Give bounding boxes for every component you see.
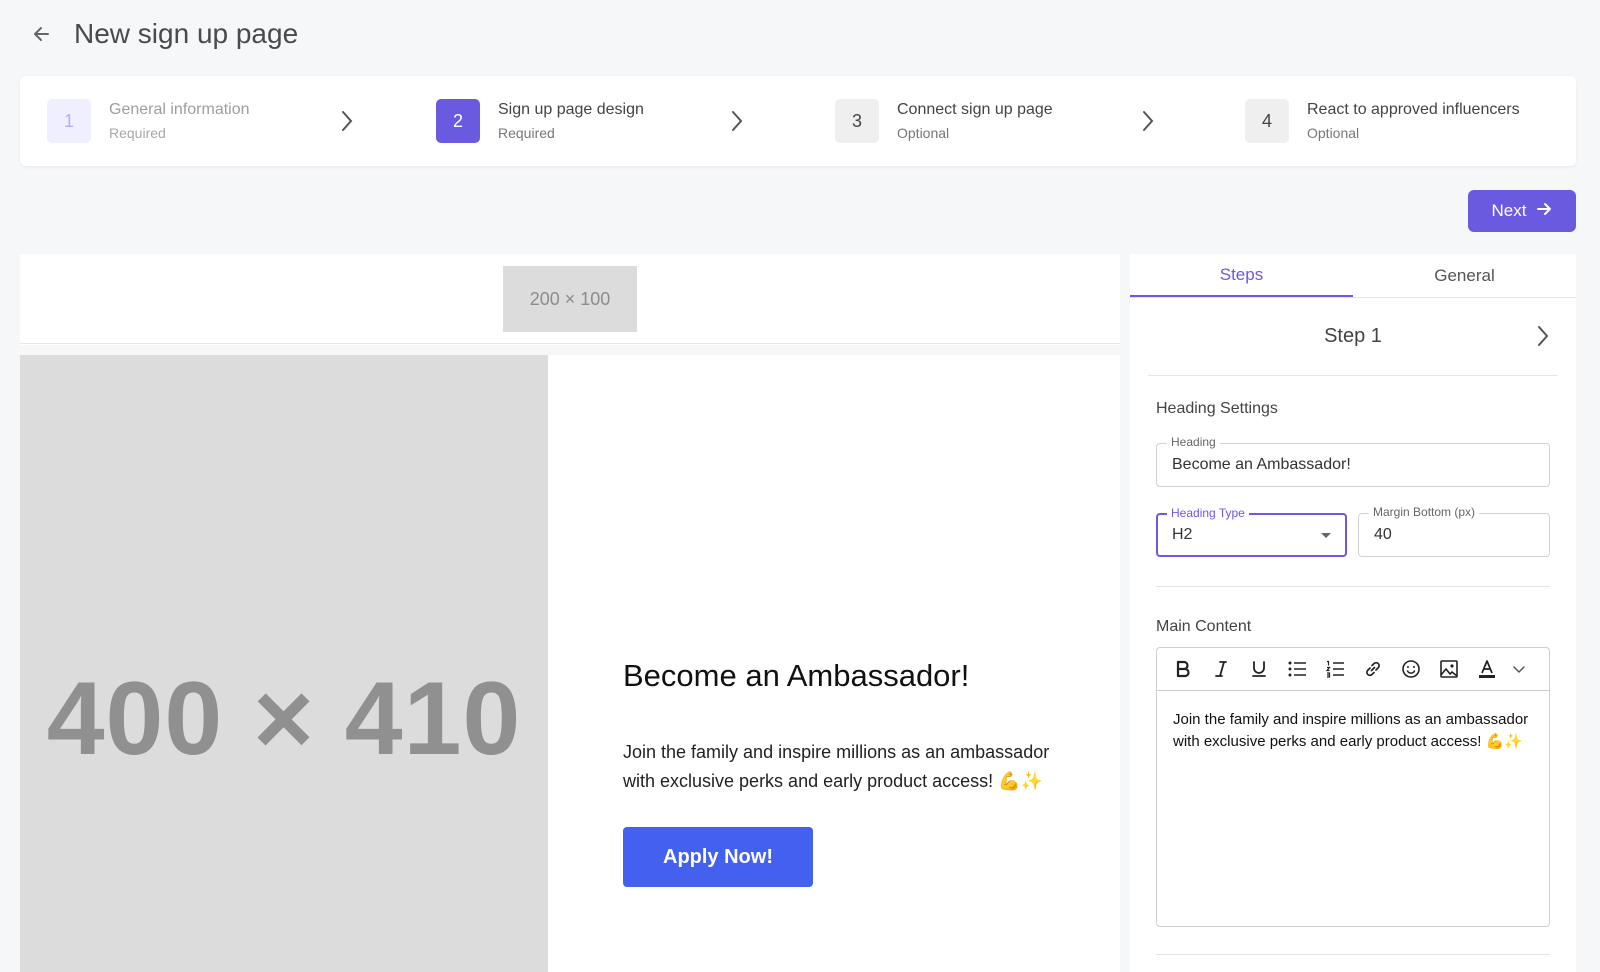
margin-bottom-input[interactable]	[1374, 526, 1526, 544]
image-icon[interactable]	[1435, 655, 1463, 683]
next-button-label: Next	[1491, 201, 1527, 220]
logo-placeholder[interactable]: 200 × 100	[503, 266, 637, 332]
apply-now-button[interactable]: Apply Now!	[623, 827, 813, 887]
step-number: 1	[47, 99, 91, 143]
wizard-stepper: 1 General information Required 2 Sign up…	[20, 76, 1576, 166]
preview-heading: Become an Ambassador!	[623, 658, 970, 693]
arrow-right-icon	[1536, 201, 1552, 222]
tab-steps[interactable]: Steps	[1130, 254, 1353, 297]
back-arrow-icon[interactable]	[28, 20, 56, 48]
step-title: General information	[109, 101, 250, 118]
hero-image-placeholder[interactable]: 400 × 410	[20, 355, 548, 972]
link-icon[interactable]	[1359, 655, 1387, 683]
heading-field[interactable]: Heading	[1156, 435, 1550, 487]
preview-body-text: Join the family and inspire millions as …	[623, 742, 1050, 791]
margin-bottom-label: Margin Bottom (px)	[1369, 505, 1480, 519]
next-button[interactable]: Next	[1468, 190, 1576, 232]
step-connect-sign-up-page[interactable]: 3 Connect sign up page Optional	[835, 99, 1245, 143]
editor-content[interactable]: Join the family and inspire millions as …	[1157, 691, 1549, 771]
italic-icon[interactable]	[1207, 655, 1235, 683]
heading-type-label: Heading Type	[1167, 506, 1249, 520]
tab-general[interactable]: General	[1353, 254, 1576, 297]
panel-tabs: Steps General	[1130, 254, 1576, 298]
step-title: Sign up page design	[498, 101, 644, 118]
underline-icon[interactable]	[1245, 655, 1273, 683]
main-content-label: Main Content	[1156, 618, 1252, 635]
step-nav-title: Step 1	[1324, 325, 1382, 347]
step-title: Connect sign up page	[897, 101, 1053, 118]
emoji-icon[interactable]	[1397, 655, 1425, 683]
heading-settings-label: Heading Settings	[1156, 400, 1278, 417]
step-subtitle: Required	[498, 125, 555, 141]
settings-panel: Steps General Step 1 Heading Settings He…	[1130, 254, 1576, 972]
page-title: New sign up page	[74, 18, 299, 49]
image-placeholder-label: 400 × 410	[46, 661, 522, 777]
sign-up-page-preview: 200 × 100 400 × 410 Become an Ambassador…	[20, 254, 1120, 972]
editor-toolbar	[1157, 648, 1549, 691]
step-number: 4	[1245, 99, 1289, 143]
chevron-right-icon	[1140, 109, 1156, 138]
heading-type-value: H2	[1172, 526, 1193, 543]
section-divider	[1156, 586, 1550, 587]
bulleted-list-icon[interactable]	[1283, 655, 1311, 683]
text-color-icon[interactable]	[1473, 655, 1501, 683]
step-navigator: Step 1	[1148, 298, 1558, 376]
page-header: New sign up page	[28, 14, 298, 54]
step-number: 3	[835, 99, 879, 143]
chevron-right-icon	[729, 109, 745, 138]
step-number: 2	[436, 99, 480, 143]
numbered-list-icon[interactable]	[1321, 655, 1349, 683]
heading-type-select[interactable]: Heading Type H2	[1156, 506, 1347, 557]
chevron-right-icon	[339, 109, 355, 138]
chevron-right-icon[interactable]	[1536, 325, 1550, 353]
step-react-to-approved-influencers[interactable]: 4 React to approved influencers Optional	[1245, 99, 1520, 143]
rich-text-editor[interactable]: Join the family and inspire millions as …	[1156, 647, 1550, 927]
bold-icon[interactable]	[1169, 655, 1197, 683]
heading-field-label: Heading	[1167, 435, 1220, 449]
chevron-down-icon[interactable]	[1511, 655, 1527, 683]
step-subtitle: Required	[109, 125, 166, 141]
step-sign-up-page-design[interactable]: 2 Sign up page design Required	[436, 99, 835, 143]
dropdown-caret-icon	[1321, 533, 1331, 538]
section-divider	[1156, 954, 1550, 955]
step-subtitle: Optional	[897, 125, 950, 141]
step-subtitle: Optional	[1307, 125, 1360, 141]
preview-logo-bar: 200 × 100	[20, 254, 1120, 344]
preview-divider	[20, 345, 1120, 355]
step-title: React to approved influencers	[1307, 101, 1520, 118]
heading-input[interactable]	[1172, 456, 1486, 474]
step-general-information[interactable]: 1 General information Required	[47, 99, 436, 143]
margin-bottom-field[interactable]: Margin Bottom (px)	[1358, 505, 1550, 557]
